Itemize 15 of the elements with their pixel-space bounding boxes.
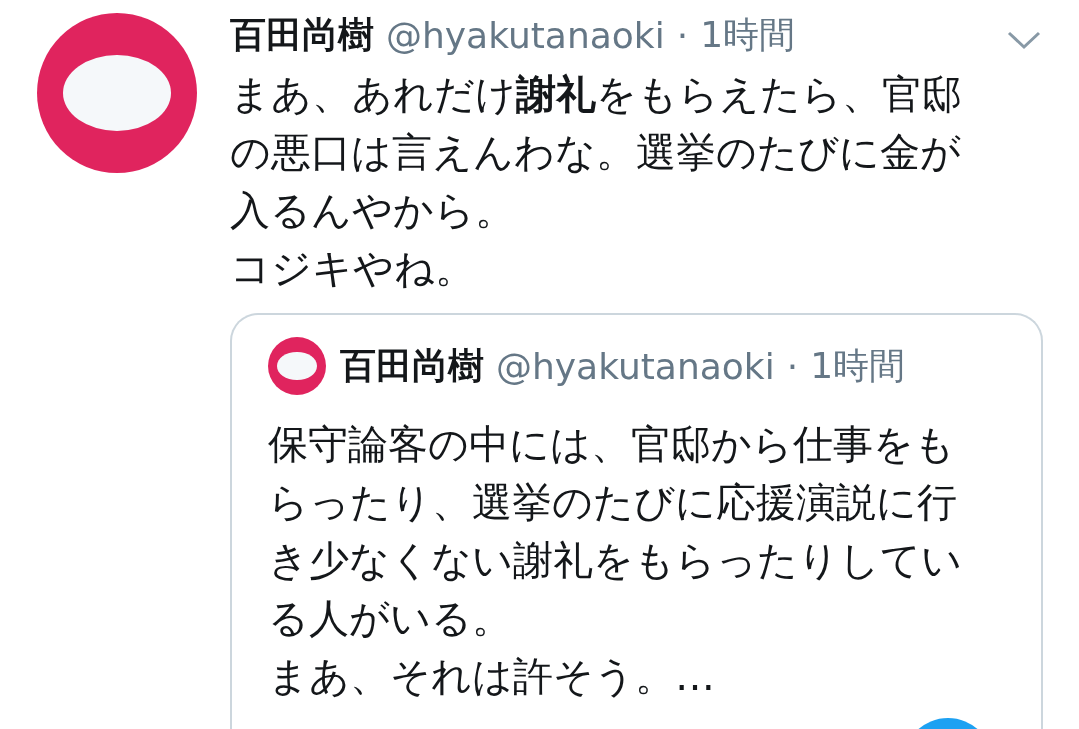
chevron-down-icon[interactable] xyxy=(1007,30,1041,50)
timestamp[interactable]: 1時間 xyxy=(700,10,796,60)
tweet-text: コジキやね。 xyxy=(230,244,475,293)
avatar[interactable] xyxy=(268,337,326,395)
user-name[interactable]: 百田尚樹 xyxy=(340,341,484,391)
tweet-text: まあ、あれだけ謝礼をもらえたら、官邸の悪口は言えんわな。選挙のたびに金が入るんやから。 xyxy=(230,70,963,235)
user-name[interactable]: 百田尚樹 xyxy=(230,10,374,60)
quoted-tweet-text: 保守論客の中には、官邸から仕事をもらったり、選挙のたびに応援演説に行き少なくない謝礼をもらったりしている人がいる。 xyxy=(268,420,963,643)
user-handle[interactable]: @hyakutanaoki xyxy=(496,345,775,387)
separator: · xyxy=(676,14,689,56)
user-handle[interactable]: @hyakutanaoki xyxy=(386,14,665,56)
separator: · xyxy=(786,345,799,387)
quoted-tweet-card[interactable]: 百田尚樹 @hyakutanaoki · 1時間 保守論客の中には、官邸から仕事をもらったり、選挙のたびに応援演説に行き少なくない謝礼をもらったりしている人がいる。 まあ、それは許そう。… xyxy=(230,313,1043,729)
timestamp[interactable]: 1時間 xyxy=(810,341,906,391)
quoted-tweet-text: まあ、それは許そう。… xyxy=(268,652,715,701)
